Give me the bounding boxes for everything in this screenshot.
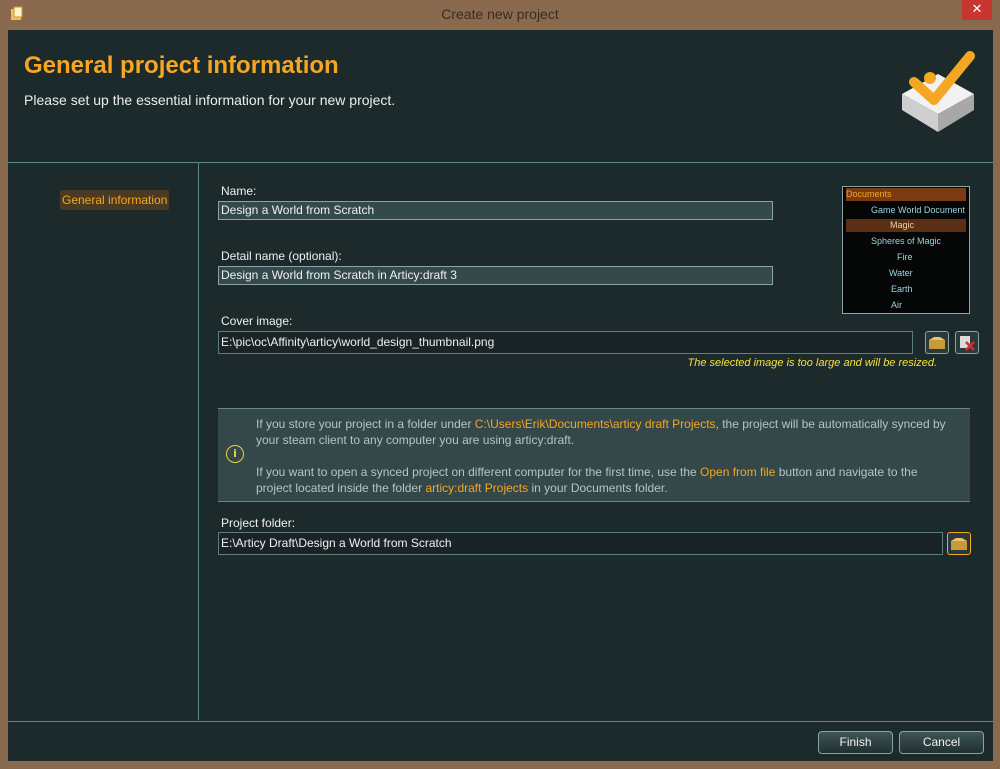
sidebar-item-general-information[interactable]: General information xyxy=(60,190,170,210)
preview-row: Magic xyxy=(846,219,966,232)
cover-image-preview: Documents Game World Document Magic Sphe… xyxy=(842,186,970,314)
preview-row: Game World Document xyxy=(871,205,965,215)
dialog-client: General project information Please set u… xyxy=(8,30,993,761)
detail-name-input[interactable]: Design a World from Scratch in Articy:dr… xyxy=(218,266,773,285)
header: General project information Please set u… xyxy=(8,30,993,163)
footer: Finish Cancel xyxy=(8,721,993,762)
title-bar: Create new project ✕ xyxy=(0,0,1000,30)
preview-row: Air xyxy=(891,300,902,310)
clear-cover-button[interactable] xyxy=(955,331,979,354)
page-title: General project information xyxy=(24,52,339,79)
preview-row: Documents xyxy=(846,188,966,201)
detail-name-label: Detail name (optional): xyxy=(221,249,342,263)
cancel-button[interactable]: Cancel xyxy=(899,731,984,754)
preview-row: Spheres of Magic xyxy=(871,236,942,246)
cover-image-warning: The selected image is too large and will… xyxy=(687,357,937,369)
window-title: Create new project xyxy=(441,6,559,22)
browse-folder-button[interactable] xyxy=(947,532,971,555)
main-panel: Name: Design a World from Scratch Detail… xyxy=(199,163,993,720)
documents-path: C:\Users\Erik\Documents\articy draft Pro… xyxy=(474,417,716,431)
project-folder-label: Project folder: xyxy=(221,516,296,530)
articy-logo-icon xyxy=(902,51,975,132)
preview-row: Fire xyxy=(897,252,913,262)
sync-info-box: i If you store your project in a folder … xyxy=(218,408,970,502)
folder-icon xyxy=(929,337,945,349)
name-label: Name: xyxy=(221,184,257,198)
name-input[interactable]: Design a World from Scratch xyxy=(218,201,773,220)
info-icon: i xyxy=(226,445,244,463)
close-button[interactable]: ✕ xyxy=(962,0,992,20)
open-from-file-ref: Open from file xyxy=(700,465,776,479)
cover-image-label: Cover image: xyxy=(221,314,293,328)
sync-info-paragraph-1: If you store your project in a folder un… xyxy=(256,417,946,447)
finish-button[interactable]: Finish xyxy=(818,731,893,754)
folder-icon xyxy=(951,538,967,550)
project-folder-input[interactable]: E:\Articy Draft\Design a World from Scra… xyxy=(218,532,943,555)
preview-row: Water xyxy=(889,268,913,278)
projects-folder-ref: articy:draft Projects xyxy=(425,481,529,495)
sidebar: General information xyxy=(8,163,199,720)
sync-info-paragraph-2: If you want to open a synced project on … xyxy=(256,465,918,495)
page-subtitle: Please set up the essential information … xyxy=(24,92,396,108)
preview-row: Earth xyxy=(891,284,913,294)
browse-cover-button[interactable] xyxy=(925,331,949,354)
cover-image-input[interactable]: E:\pic\oc\Affinity\articy\world_design_t… xyxy=(218,331,913,354)
delete-image-icon xyxy=(960,336,975,351)
